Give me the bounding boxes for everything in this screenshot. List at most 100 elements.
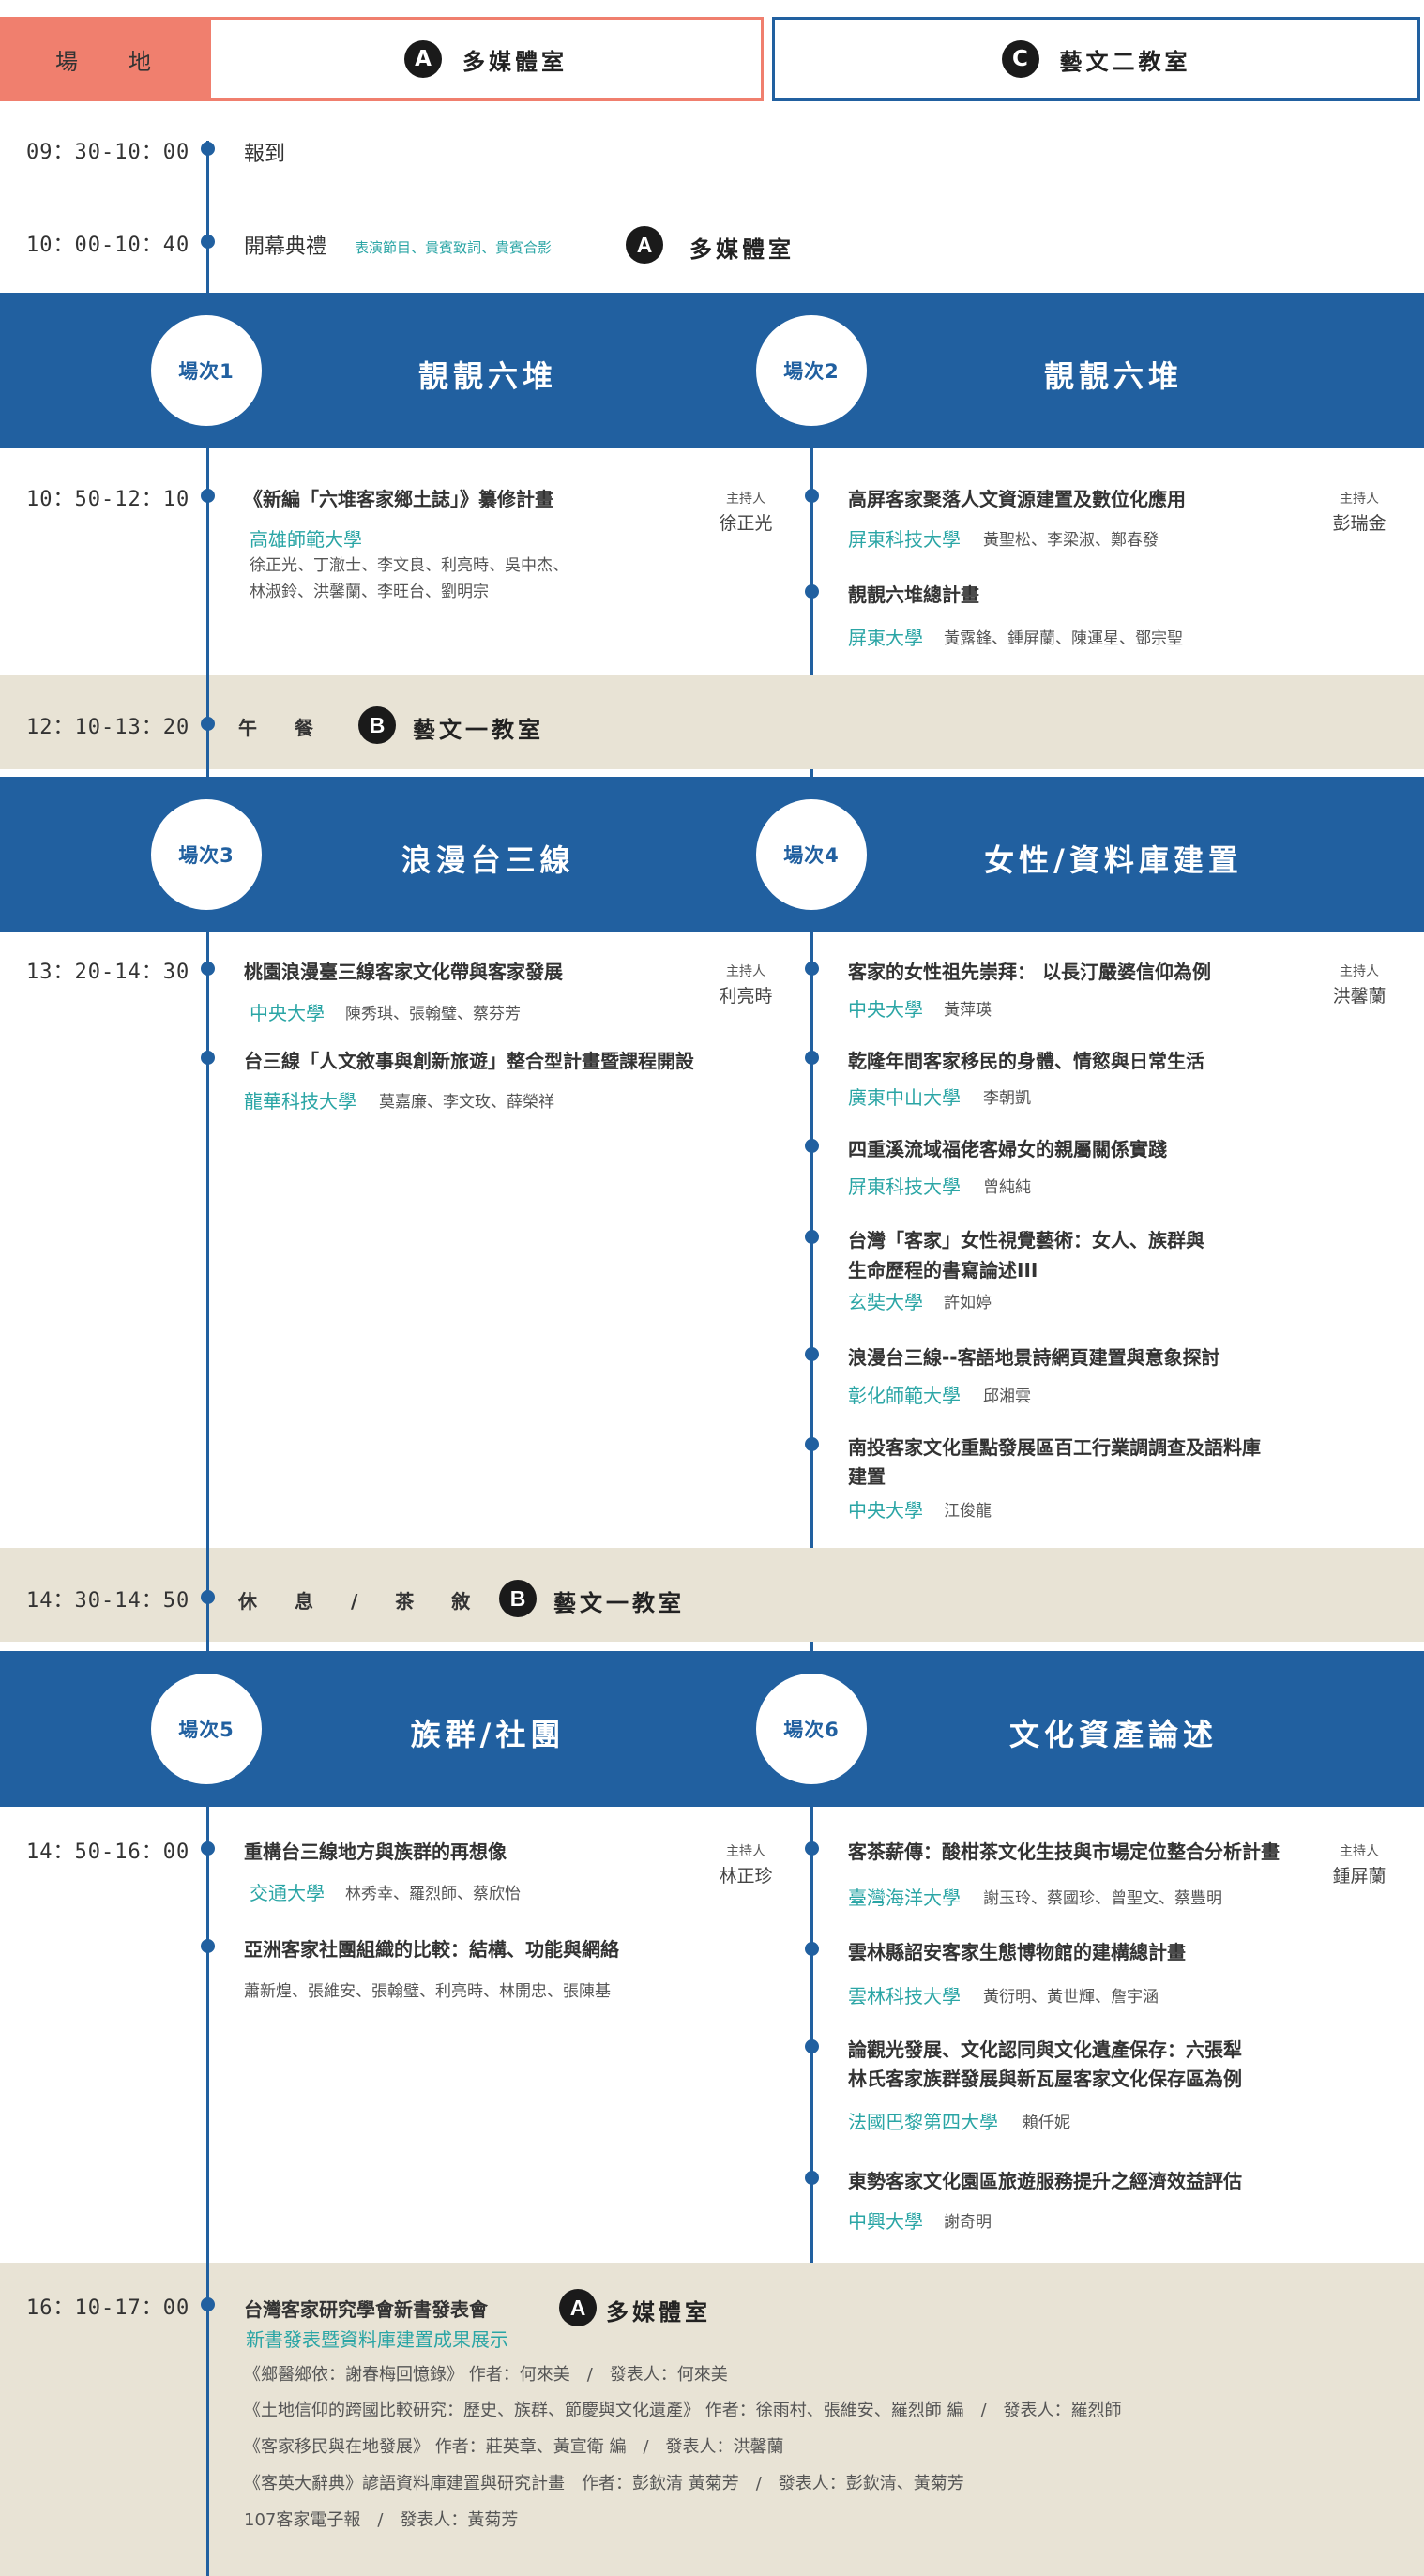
paper-authors: 徐正光、丁澈士、李文良、利亮時、吳中杰、 xyxy=(250,556,568,575)
timeline-dot xyxy=(201,717,215,731)
paper-title: 乾隆年間客家移民的身體、情慾與日常生活 xyxy=(848,1050,1204,1072)
host-label: 主持人 xyxy=(1340,964,1379,979)
session-6-circle: 場次6 xyxy=(756,1674,867,1784)
paper-title: 高屏客家聚落人文資源建置及數位化應用 xyxy=(848,488,1186,510)
launch-item: 《土地信仰的跨國比較研究：歷史、族群、節慶與文化遺產》 作者：徐雨村、張維安、羅… xyxy=(244,2401,1122,2420)
paper-title: 重構台三線地方與族群的再想像 xyxy=(244,1841,507,1863)
timeline-dot xyxy=(805,1139,819,1153)
timeline-dot xyxy=(201,1590,215,1604)
paper-university: 彰化師範大學 xyxy=(848,1385,961,1407)
paper-title: 浪漫台三線--客語地景詩網頁建置與意象探討 xyxy=(848,1346,1220,1369)
timeline-dot xyxy=(201,1939,215,1953)
paper-title: 客家的女性祖先崇拜： 以長汀嚴婆信仰為例 xyxy=(848,961,1211,983)
launch-item: 《客家移民與在地發展》 作者：莊英章、黃宣衛 編 / 發表人：洪馨蘭 xyxy=(244,2437,784,2457)
paper-title: 《新編「六堆客家鄉土誌」》纂修計畫 xyxy=(244,488,553,510)
room-c-name: 藝文二教室 xyxy=(1059,48,1191,75)
timeline-dot xyxy=(805,1051,819,1065)
timeline-dot xyxy=(201,962,215,976)
paper-authors: 黃露鋒、鍾屏蘭、陳運星、鄧宗聖 xyxy=(944,629,1183,648)
paper-university: 廣東中山大學 xyxy=(848,1086,961,1109)
session-3-circle: 場次3 xyxy=(151,799,262,910)
room-a-badge: A xyxy=(404,40,442,78)
paper-university: 雲林科技大學 xyxy=(848,1985,961,2008)
session-5-circle: 場次5 xyxy=(151,1674,262,1784)
paper-title: 台灣「客家」女性視覺藝術：女人、族群與 xyxy=(848,1229,1204,1251)
venue-label-box: 場 地 xyxy=(0,17,208,101)
timeline-right-2 xyxy=(810,769,813,777)
paper-authors: 黃萍瑛 xyxy=(944,1001,992,1020)
room-a-name: 多媒體室 xyxy=(462,48,568,75)
timeline-dot xyxy=(805,584,819,599)
timeline-dot xyxy=(805,1230,819,1244)
host-label: 主持人 xyxy=(726,492,765,507)
paper-authors: 林淑鈴、洪馨蘭、李旺台、劉明宗 xyxy=(250,583,489,601)
session-5-title: 族群/社團 xyxy=(410,1717,566,1752)
host-label: 主持人 xyxy=(1340,1844,1379,1859)
time-block-1: 10：50-12：10 xyxy=(26,488,190,511)
paper-title: 建置 xyxy=(848,1465,886,1488)
timeline-dot xyxy=(201,489,215,503)
paper-authors: 曾純純 xyxy=(983,1178,1031,1197)
launch-item: 《客英大辭典》諺語資料庫建置與研究計畫 作者：彭欽清 黃菊芳 / 發表人：彭欽清… xyxy=(244,2474,964,2493)
paper-title: 林氏客家族群發展與新瓦屋客家文化保存區為例 xyxy=(848,2068,1242,2090)
time-registration: 09：30-10：00 xyxy=(26,141,190,164)
paper-university: 法國巴黎第四大學 xyxy=(848,2111,998,2133)
time-break: 14：30-14：50 xyxy=(26,1589,190,1613)
paper-title: 台三線「人文敘事與創新旅遊」整合型計畫暨課程開設 xyxy=(244,1050,694,1072)
room-c-header: C 藝文二教室 xyxy=(772,17,1420,101)
paper-university: 臺灣海洋大學 xyxy=(848,1887,961,1909)
launch-title: 台灣客家研究學會新書發表會 xyxy=(244,2298,488,2321)
timeline-dot xyxy=(805,2171,819,2185)
paper-title: 雲林縣詔安客家生態博物館的建構總計畫 xyxy=(848,1941,1186,1963)
launch-room: 多媒體室 xyxy=(606,2299,711,2326)
timeline-dot xyxy=(201,235,215,249)
timeline-main xyxy=(206,141,209,2576)
room-a-header: A 多媒體室 xyxy=(208,17,764,101)
break-label: 休 息 / 茶 敘 xyxy=(238,1590,471,1613)
paper-authors: 謝玉玲、蔡國珍、曾聖文、蔡豐明 xyxy=(983,1889,1222,1908)
session-1-circle: 場次1 xyxy=(151,315,262,426)
paper-university: 玄奘大學 xyxy=(848,1291,923,1313)
launch-subtitle: 新書發表暨資料庫建置成果展示 xyxy=(246,2328,508,2351)
session-1-title: 靚靚六堆 xyxy=(417,358,557,394)
opening-room: 多媒體室 xyxy=(689,236,795,263)
timeline-dot xyxy=(805,2039,819,2053)
time-opening: 10：00-10：40 xyxy=(26,234,190,257)
time-lunch: 12：10-13：20 xyxy=(26,716,190,739)
time-block-2: 13：20-14：30 xyxy=(26,961,190,984)
paper-authors: 謝奇明 xyxy=(944,2213,992,2232)
paper-authors: 黃聖松、李梁淑、鄭春發 xyxy=(983,531,1159,550)
paper-university: 屏東科技大學 xyxy=(848,1175,961,1198)
timeline-dot xyxy=(805,1437,819,1451)
paper-authors: 陳秀琪、張翰璧、蔡芬芳 xyxy=(345,1005,521,1023)
paper-authors: 李朝凱 xyxy=(983,1089,1031,1108)
room-badge: A xyxy=(559,2289,597,2326)
host-name: 林正珍 xyxy=(719,1866,773,1887)
host-name: 鍾屏蘭 xyxy=(1332,1866,1386,1887)
venue-label: 場 地 xyxy=(55,48,153,75)
paper-title: 生命歷程的書寫論述III xyxy=(848,1259,1038,1281)
paper-authors: 江俊龍 xyxy=(944,1502,992,1521)
paper-university: 中興大學 xyxy=(848,2210,923,2233)
opening-sub: 表演節目、貴賓致詞、貴賓合影 xyxy=(355,239,553,256)
launch-item: 《鄉醫鄉依：謝春梅回憶錄》 作者：何來美 / 發表人：何來美 xyxy=(244,2365,728,2385)
timeline-dot xyxy=(201,1841,215,1856)
timeline-dot xyxy=(201,142,215,156)
paper-title: 桃園浪漫臺三線客家文化帶與客家發展 xyxy=(244,961,563,983)
session-2-circle: 場次2 xyxy=(756,315,867,426)
timeline-dot xyxy=(805,1942,819,1956)
host-label: 主持人 xyxy=(1340,492,1379,507)
session-2-title: 靚靚六堆 xyxy=(1043,358,1183,394)
timeline-right-5 xyxy=(810,1807,813,2263)
paper-title: 論觀光發展、文化認同與文化遺產保存：六張犁 xyxy=(848,2038,1242,2061)
room-badge: B xyxy=(499,1580,537,1617)
room-badge: A xyxy=(626,226,663,264)
host-name: 徐正光 xyxy=(719,513,773,534)
room-c-badge: C xyxy=(1001,40,1039,78)
opening-label: 開幕典禮 xyxy=(244,235,327,259)
paper-university: 屏東大學 xyxy=(848,627,923,649)
paper-authors: 蕭新煌、張維安、張翰璧、利亮時、林開忠、張陳基 xyxy=(244,1982,611,2001)
session-4-title: 女性/資料庫建置 xyxy=(984,842,1243,878)
paper-university: 屏東科技大學 xyxy=(848,528,961,551)
timeline-dot xyxy=(805,489,819,503)
